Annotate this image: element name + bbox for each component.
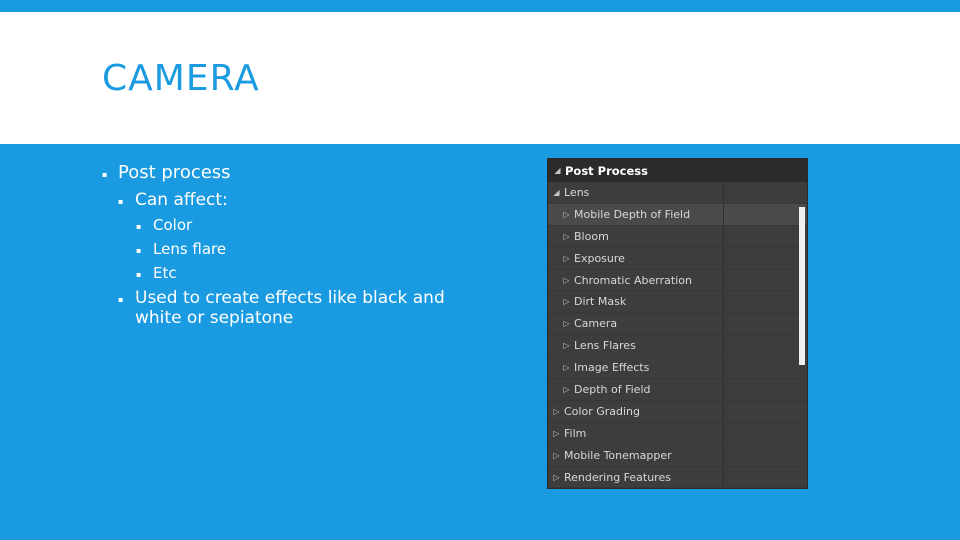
column-divider [723,247,724,269]
tree-row[interactable]: ▷ Bloom [548,225,807,248]
tree-row[interactable]: ▷ Exposure [548,247,807,270]
tree-row[interactable]: ▷ Chromatic Aberration [548,269,807,292]
bullet-used-to-create: Used to create effects like black and wh… [118,288,460,329]
triangle-right-icon[interactable]: ▷ [561,254,572,263]
tree-row[interactable]: ▷ Rendering Features [548,466,807,488]
triangle-right-icon[interactable]: ▷ [561,297,572,306]
tree-row-label: Mobile Tonemapper [564,448,672,462]
column-divider [723,225,724,247]
slide-title: CAMERA [102,58,260,99]
tree-row-label: Mobile Depth of Field [574,207,691,221]
triangle-right-icon[interactable]: ▷ [561,341,572,350]
tree-row[interactable]: ▷ Camera [548,313,807,336]
tree-row-label: Rendering Features [564,470,671,484]
column-divider [723,335,724,357]
tree-row-label: Depth of Field [574,382,651,396]
panel-header-label: Post Process [565,163,648,178]
tree-row-label: Exposure [574,251,625,265]
tree-row-label: Camera [574,317,618,331]
tree-row[interactable]: ◢ Lens [548,182,807,204]
panel-rows: ◢ Lens ▷ Mobile Depth of Field ▷ Bloom ▷ Exposu… [548,182,807,488]
column-divider [723,422,724,444]
bullet-lens-flare: Lens flare [136,240,460,258]
tree-row-label: Bloom [574,229,609,243]
tree-row-label: Color Grading [564,404,640,418]
tree-row[interactable]: ▷ Film [548,422,807,445]
column-divider [723,291,724,313]
triangle-right-icon[interactable]: ▷ [561,363,572,372]
bullet-etc: Etc [136,264,460,282]
bullet-color: Color [136,216,460,234]
bullet-post-process: Post process [100,162,460,184]
tree-row-label: Lens [564,185,590,199]
triangle-down-icon[interactable]: ◢ [551,188,562,197]
triangle-down-icon: ◢ [554,166,561,175]
tree-row-label: Dirt Mask [574,295,627,309]
column-divider [723,313,724,335]
tree-row[interactable]: ▷ Color Grading [548,400,807,423]
triangle-right-icon[interactable]: ▷ [561,385,572,394]
tree-row-label: Film [564,426,587,440]
triangle-right-icon[interactable]: ▷ [551,451,562,460]
tree-row-label: Image Effects [574,361,650,375]
column-divider [723,466,724,488]
tree-row[interactable]: ▷ Dirt Mask [548,291,807,314]
tree-row[interactable]: ▷ Image Effects [548,357,807,380]
triangle-right-icon[interactable]: ▷ [561,210,572,219]
column-divider [723,400,724,422]
column-divider [723,203,724,225]
tree-row[interactable]: ▷ Mobile Depth of Field [548,203,807,226]
tree-row-label: Chromatic Aberration [574,273,692,287]
bullet-can-affect: Can affect: [118,190,460,210]
column-divider [723,357,724,379]
column-divider [723,444,724,466]
triangle-right-icon[interactable]: ▷ [561,319,572,328]
panel-header[interactable]: ◢ Post Process [548,159,807,182]
post-process-panel-screenshot: ◢ Post Process ◢ Lens ▷ Mobile Depth of Fie… [547,158,808,489]
triangle-right-icon[interactable]: ▷ [561,276,572,285]
tree-row[interactable]: ▷ Depth of Field [548,379,807,401]
tree-row[interactable]: ▷ Mobile Tonemapper [548,444,807,467]
triangle-right-icon[interactable]: ▷ [551,473,562,482]
tree-row-label: Lens Flares [574,339,636,353]
triangle-right-icon[interactable]: ▷ [551,407,562,416]
column-divider [723,182,724,203]
triangle-right-icon[interactable]: ▷ [551,429,562,438]
scrollbar[interactable] [799,207,805,365]
column-divider [723,269,724,291]
top-accent-strip [0,0,960,12]
triangle-right-icon[interactable]: ▷ [561,232,572,241]
column-divider [723,379,724,400]
tree-row[interactable]: ▷ Lens Flares [548,335,807,358]
bullet-list: Post process Can affect: Color Lens flar… [100,162,460,335]
